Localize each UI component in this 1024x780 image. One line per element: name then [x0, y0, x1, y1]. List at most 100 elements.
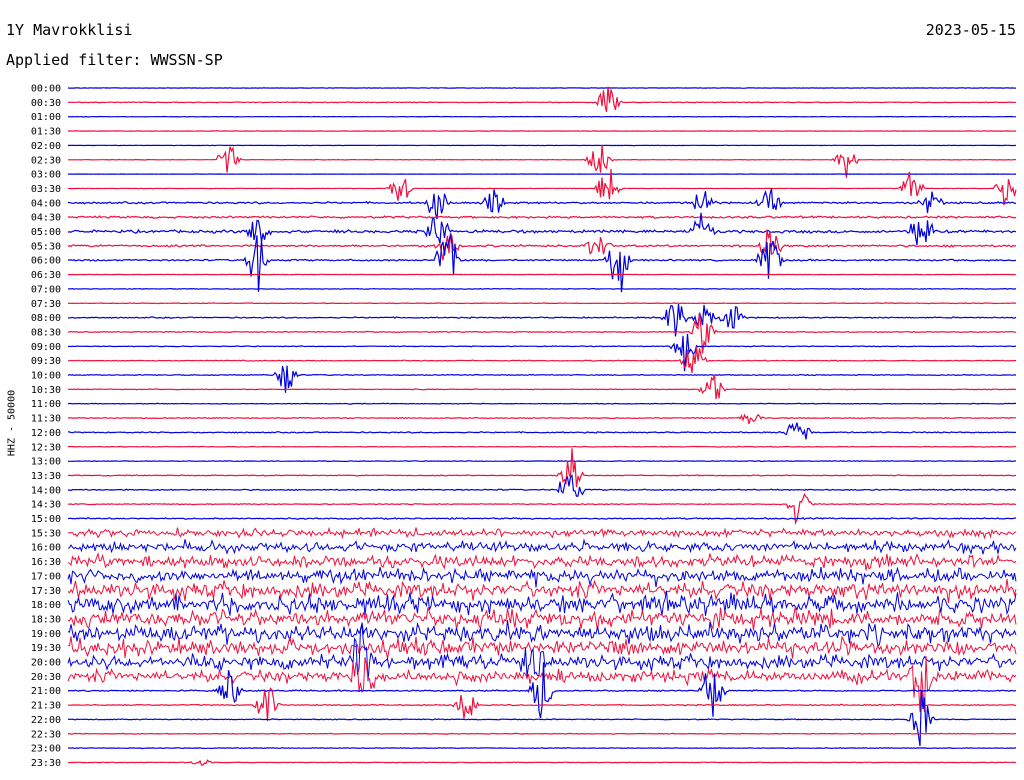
row-time-label: 19:30 — [31, 643, 61, 654]
trace-row-0630: 06:30 — [31, 270, 1017, 281]
seismic-trace — [67, 551, 1017, 571]
seismic-trace — [67, 215, 1017, 220]
row-time-label: 07:30 — [31, 299, 61, 310]
row-time-label: 13:00 — [31, 457, 61, 468]
row-time-label: 08:30 — [31, 327, 61, 338]
seismic-trace — [68, 145, 1017, 178]
seismic-trace — [67, 566, 1017, 588]
row-time-label: 10:00 — [31, 371, 61, 382]
seismic-trace — [67, 287, 1016, 290]
seismic-trace — [67, 526, 1017, 540]
trace-row-2100: 21:00 — [31, 662, 1017, 719]
seismic-trace — [67, 413, 1016, 425]
trace-row-0200: 02:00 — [31, 141, 1017, 152]
seismic-trace — [67, 445, 1017, 448]
trace-row-1030: 10:30 — [31, 374, 1017, 400]
trace-row-1500: 15:00 — [31, 514, 1017, 525]
row-time-label: 04:30 — [31, 213, 61, 224]
row-time-label: 05:00 — [31, 227, 61, 238]
row-time-label: 10:30 — [31, 385, 61, 396]
row-time-label: 14:30 — [31, 500, 61, 511]
row-time-label: 20:30 — [31, 672, 61, 683]
row-time-label: 12:00 — [31, 428, 61, 439]
trace-row-1800: 18:00 — [31, 590, 1017, 616]
seismic-trace — [67, 402, 1017, 405]
trace-row-0100: 01:00 — [31, 112, 1016, 123]
trace-row-0530: 05:30 — [31, 229, 1016, 261]
helicorder-plot: 00:00 00:30 01:00 01:30 02:00 02:30 03:00 03:30… — [31, 84, 1017, 769]
trace-row-0230: 02:30 — [31, 145, 1017, 178]
row-time-label: 04:00 — [31, 198, 61, 209]
trace-row-0730: 07:30 — [31, 299, 1017, 310]
row-time-label: 21:30 — [31, 701, 61, 712]
trace-row-2330: 23:30 — [31, 758, 1017, 769]
row-time-label: 14:00 — [31, 485, 61, 496]
row-time-label: 03:00 — [31, 170, 61, 181]
seismic-trace — [67, 302, 1017, 305]
trace-row-0600: 06:00 — [31, 234, 1017, 293]
trace-row-2200: 22:00 — [31, 690, 1017, 747]
trace-row-1530: 15:30 — [31, 526, 1017, 540]
row-time-label: 00:30 — [31, 98, 61, 109]
row-time-label: 00:00 — [31, 84, 61, 95]
row-time-label: 16:30 — [31, 557, 61, 568]
row-time-label: 11:30 — [31, 414, 61, 425]
row-time-label: 03:30 — [31, 184, 61, 195]
seismic-trace — [67, 312, 1017, 354]
seismic-trace — [67, 86, 1017, 113]
row-time-label: 18:00 — [31, 600, 61, 611]
trace-row-1600: 16:00 — [31, 538, 1017, 555]
seismic-trace — [68, 448, 1016, 488]
seismic-trace — [67, 538, 1017, 555]
seismic-trace — [67, 747, 1017, 750]
seismic-trace — [67, 229, 1016, 261]
trace-row-1100: 11:00 — [31, 399, 1017, 410]
seismic-trace — [67, 346, 1017, 373]
seismic-trace — [68, 374, 1017, 400]
trace-row-1400: 14:00 — [31, 474, 1017, 497]
seismic-trace — [68, 460, 1017, 463]
trace-row-0130: 01:30 — [31, 127, 1017, 138]
seismic-trace — [68, 635, 1017, 659]
row-time-label: 11:00 — [31, 399, 61, 410]
seismic-trace — [67, 474, 1017, 497]
row-time-label: 05:30 — [31, 241, 61, 252]
row-time-label: 06:00 — [31, 256, 61, 267]
trace-row-1000: 10:00 — [31, 365, 1017, 393]
trace-row-2230: 22:30 — [31, 729, 1017, 740]
trace-row-0030: 00:30 — [31, 86, 1017, 113]
row-time-label: 02:30 — [31, 155, 61, 166]
trace-row-1330: 13:30 — [31, 448, 1016, 488]
seismic-trace — [67, 662, 1017, 719]
row-time-label: 22:30 — [31, 729, 61, 740]
row-time-label: 07:00 — [31, 284, 61, 295]
row-time-label: 16:00 — [31, 543, 61, 554]
seismic-trace — [67, 234, 1017, 293]
trace-row-0000: 00:00 — [31, 84, 1017, 95]
seismic-trace — [67, 115, 1016, 118]
trace-row-0930: 09:30 — [31, 346, 1017, 373]
row-time-label: 08:00 — [31, 313, 61, 324]
seismic-trace — [67, 605, 1017, 631]
seismic-trace — [68, 273, 1017, 276]
row-time-label: 06:30 — [31, 270, 61, 281]
row-time-label: 20:00 — [31, 658, 61, 669]
seismic-trace — [68, 422, 1017, 440]
row-time-label: 19:00 — [31, 629, 61, 640]
trace-row-1930: 19:30 — [31, 635, 1017, 659]
trace-row-0430: 04:30 — [31, 213, 1017, 224]
row-time-label: 23:30 — [31, 758, 61, 769]
trace-row-0500: 05:00 — [31, 212, 1017, 246]
seismic-trace — [67, 578, 1017, 603]
trace-row-0300: 03:00 — [31, 170, 1016, 181]
trace-row-2130: 21:30 — [31, 687, 1017, 721]
row-time-label: 02:00 — [31, 141, 61, 152]
trace-row-1700: 17:00 — [31, 566, 1017, 588]
trace-row-1630: 16:30 — [31, 551, 1017, 571]
row-time-label: 21:00 — [31, 686, 61, 697]
trace-row-1130: 11:30 — [31, 413, 1016, 425]
row-time-label: 01:30 — [31, 127, 61, 138]
seismic-trace — [68, 188, 1017, 220]
trace-row-1200: 12:00 — [31, 422, 1017, 440]
row-time-label: 17:00 — [31, 571, 61, 582]
